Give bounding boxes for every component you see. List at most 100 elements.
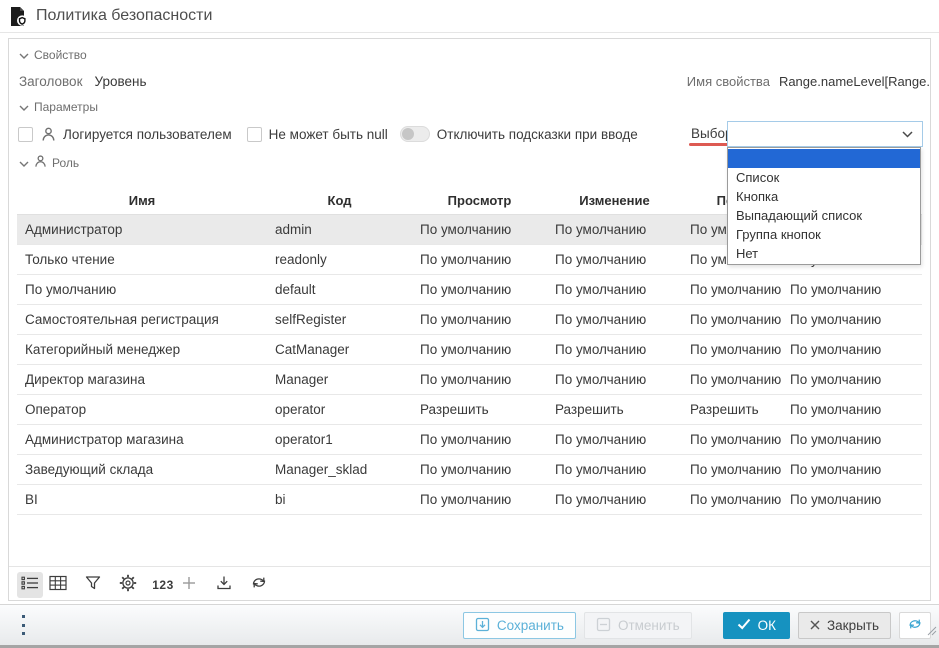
user-icon: [34, 154, 47, 171]
table-cell-view: По умолчанию: [412, 425, 547, 454]
table-cell-name: Директор магазина: [17, 365, 267, 394]
table-cell-code: operator1: [267, 425, 412, 454]
settings-button[interactable]: [115, 572, 141, 598]
table-cell-edit: По умолчанию: [547, 365, 682, 394]
resize-handle[interactable]: [926, 623, 937, 641]
col-header-edit[interactable]: Изменение: [547, 186, 682, 215]
kebab-menu-button[interactable]: [18, 615, 28, 635]
table-row[interactable]: Категорийный менеджерCatManagerПо умолча…: [17, 335, 922, 365]
section-role-label: Роль: [52, 156, 79, 170]
table-cell-name: Администратор: [17, 215, 267, 244]
choice-option[interactable]: [728, 149, 920, 168]
section-params-label: Параметры: [34, 100, 98, 114]
table-cell-name: Категорийный менеджер: [17, 335, 267, 364]
table-row[interactable]: Директор магазинаManager По умолчанию По у…: [17, 365, 922, 395]
choice-option[interactable]: Список: [728, 168, 920, 187]
logged-checkbox[interactable]: [18, 127, 33, 142]
table-cell-view: По умолчанию: [412, 215, 547, 244]
property-name-group: Имя свойства Range.nameLevel[Range.: [687, 71, 930, 91]
table-cell-edit: По умолчанию: [547, 305, 682, 334]
col-header-code[interactable]: Код: [267, 186, 412, 215]
logged-label: Логируется пользователем: [63, 127, 232, 142]
add-button[interactable]: [176, 572, 202, 598]
security-policy-window: { "window": { "title": "Политика безопас…: [0, 0, 939, 648]
table-cell-edit: По умолчанию: [547, 275, 682, 304]
user-icon: [41, 126, 56, 142]
save-icon: [475, 617, 490, 635]
table-cell-name: Только чтение: [17, 245, 267, 274]
table-row[interactable]: BIbiПо умолчаниюПо умолчаниюПо умолчанию…: [17, 485, 922, 515]
table-view-button[interactable]: [45, 572, 71, 598]
table-cell-view: По умолчанию: [412, 485, 547, 514]
table-cell-extra: По умолчанию: [782, 485, 922, 514]
header-label: Заголовок: [19, 74, 82, 89]
plus-icon: [182, 576, 196, 595]
params-controls-row: Логируется пользователем Не может быть n…: [18, 121, 638, 147]
table-row[interactable]: Заведующий складаManager_skladПо умолчан…: [17, 455, 922, 485]
header-value: Уровень: [94, 74, 146, 89]
chevron-down-icon: [19, 48, 29, 62]
choice-option[interactable]: Выпадающий список: [728, 206, 920, 225]
save-button[interactable]: Сохранить: [463, 612, 576, 639]
cancel-label: Отменить: [618, 618, 680, 633]
choice-dropdown: СписокКнопкаВыпадающий списокГруппа кноп…: [727, 147, 921, 265]
sync-button[interactable]: [246, 572, 272, 598]
col-header-view[interactable]: Просмотр: [412, 186, 547, 215]
refresh-icon: [907, 617, 923, 634]
chevron-down-icon: [902, 125, 913, 143]
numbers-button[interactable]: 123: [150, 572, 176, 598]
col-header-name[interactable]: Имя: [17, 186, 267, 215]
list-view-button[interactable]: [17, 572, 43, 598]
table-row[interactable]: ОператорoperatorРазрешитьРазрешитьРазреш…: [17, 395, 922, 425]
save-label: Сохранить: [497, 618, 564, 633]
close-label: Закрыть: [827, 618, 879, 633]
numbers-label: 123: [152, 578, 174, 592]
table-cell-name: Самостоятельная регистрация: [17, 305, 267, 334]
property-name-value: Range.nameLevel[Range.: [779, 74, 930, 89]
section-role-toggle[interactable]: Роль: [19, 154, 79, 171]
ok-label: ОК: [758, 618, 776, 633]
table-row[interactable]: По умолчаниюdefaultПо умолчаниюПо умолча…: [17, 275, 922, 305]
table-cell-code: selfRegister: [267, 305, 412, 334]
page-title: Политика безопасности: [36, 7, 212, 25]
table-cell-edit: По умолчанию: [547, 335, 682, 364]
choice-select[interactable]: [727, 121, 923, 147]
section-params-toggle[interactable]: Параметры: [19, 100, 98, 114]
table-cell-view: По умолчанию: [412, 455, 547, 484]
choice-option[interactable]: Кнопка: [728, 187, 920, 206]
table-cell-name: Оператор: [17, 395, 267, 424]
table-cell-view: Разрешить: [412, 395, 547, 424]
close-button[interactable]: Закрыть: [798, 612, 891, 639]
choice-option[interactable]: Группа кнопок: [728, 225, 920, 244]
table-row[interactable]: Самостоятельная регистрацияselfRegister П…: [17, 305, 922, 335]
table-cell-rewrite: По умолчанию: [682, 335, 782, 364]
table-row[interactable]: Администратор магазинаoperator1По умолча…: [17, 425, 922, 455]
x-icon: [810, 618, 820, 633]
table-cell-extra: По умолчанию: [782, 305, 922, 334]
table-cell-edit: Разрешить: [547, 395, 682, 424]
table-cell-extra: По умолчанию: [782, 365, 922, 394]
download-button[interactable]: [211, 572, 237, 598]
table-toolbar: 123: [17, 572, 272, 598]
cancel-button[interactable]: Отменить: [584, 612, 692, 639]
download-icon: [216, 575, 232, 596]
filter-button[interactable]: [80, 572, 106, 598]
hints-label: Отключить подсказки при вводе: [437, 127, 638, 142]
chevron-down-icon: [19, 156, 29, 170]
hints-toggle[interactable]: [400, 126, 430, 142]
table-cell-rewrite: По умолчанию: [682, 275, 782, 304]
table-cell-rewrite: По умолчанию: [682, 305, 782, 334]
section-property-toggle[interactable]: Свойство: [19, 48, 87, 62]
table-cell-name: Администратор магазина: [17, 425, 267, 454]
table-cell-extra: По умолчанию: [782, 395, 922, 424]
property-header-row: Заголовок Уровень: [19, 71, 147, 91]
table-cell-view: По умолчанию: [412, 245, 547, 274]
not-null-checkbox[interactable]: [247, 127, 262, 142]
table-cell-name: Заведующий склада: [17, 455, 267, 484]
table-cell-code: Manager: [267, 365, 412, 394]
table-cell-code: admin: [267, 215, 412, 244]
choice-option[interactable]: Нет: [728, 244, 920, 263]
table-cell-name: По умолчанию: [17, 275, 267, 304]
footer-buttons: Сохранить Отменить ОК Закрыть: [463, 612, 931, 639]
ok-button[interactable]: ОК: [723, 612, 790, 639]
